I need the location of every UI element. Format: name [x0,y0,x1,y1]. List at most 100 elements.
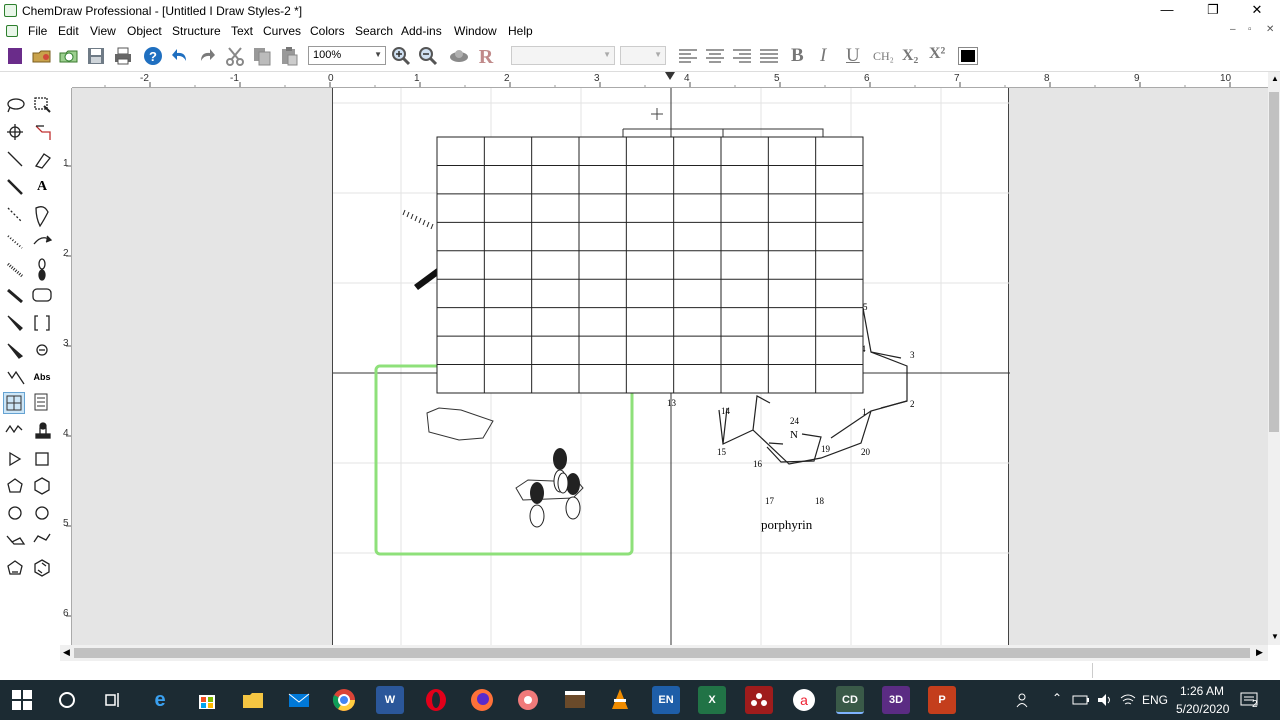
taskbar-app-vlc[interactable] [606,686,634,714]
notification-icon[interactable]: 2 [1240,691,1262,714]
mass-fragmentation-icon[interactable] [35,125,51,140]
restore-button[interactable]: ❐ [1190,0,1236,21]
taskbar-app-excel[interactable]: X [698,686,726,714]
query-tool[interactable]: Abs [31,366,53,388]
reaction-icon[interactable]: R [475,45,497,68]
undo-icon[interactable] [169,45,191,67]
arrow-tool-icon[interactable] [33,235,53,245]
taskbar-app-edge[interactable]: e [146,686,174,714]
bond-wavy-icon[interactable] [7,235,23,249]
volume-icon[interactable] [1096,692,1114,711]
cyclohexane-icon[interactable] [35,506,49,520]
underline-button[interactable]: U [846,45,860,67]
redo-icon[interactable] [196,45,218,67]
taskbar-app-chemdraw[interactable]: CD [836,686,864,714]
align-center-icon[interactable] [704,45,726,67]
taskbar-app-red[interactable] [514,686,542,714]
acyclic-chain-icon[interactable] [5,424,23,434]
cyclopentadiene-icon[interactable] [7,560,23,575]
cyclohexane-structure[interactable] [426,407,494,441]
justify-icon[interactable] [758,45,780,67]
print-icon[interactable] [112,45,134,67]
table-tool[interactable] [3,392,25,414]
document-icon[interactable] [6,25,18,37]
menu-window[interactable]: Window [454,24,497,38]
document-page[interactable]: 5 4 3 2 1 20 19 18 17 16 15 14 13 24 N p… [332,88,1010,645]
menu-file[interactable]: File [28,24,47,38]
triangle-ring-icon[interactable] [9,451,22,467]
cycloheptane-chair-icon[interactable] [6,535,26,545]
formula-button[interactable]: CH₂ [873,49,894,64]
text-tool[interactable]: A [31,176,53,198]
taskbar-app-en[interactable]: EN [652,686,680,714]
cortana-icon[interactable] [58,691,76,712]
taskbar-app-word[interactable]: W [376,686,404,714]
mdi-restore-button[interactable]: ▫ [1248,24,1252,35]
scroll-left-icon[interactable]: ◀ [63,647,70,658]
scroll-up-icon[interactable]: ▲ [1271,74,1279,83]
menu-search[interactable]: Search [355,24,393,38]
bond-bold-icon[interactable] [7,288,23,304]
wifi-icon[interactable] [1119,692,1137,711]
menu-add-ins[interactable]: Add-ins [401,24,442,38]
pentagon-ring-icon[interactable] [7,478,23,493]
bond-hollow-wedge-icon[interactable] [7,343,24,359]
menu-curves[interactable]: Curves [263,24,301,38]
people-icon[interactable] [1016,692,1034,711]
orbital-tool-icon[interactable] [38,258,46,281]
hashed-bond[interactable] [402,209,434,230]
open-template-icon[interactable] [58,45,80,67]
language-indicator[interactable]: ENG [1142,693,1168,707]
marquee-tool-icon[interactable] [34,97,51,113]
wedge-bond[interactable] [414,268,437,290]
taskbar-app-file-explorer[interactable] [239,686,267,714]
hexagon-ring-icon[interactable] [34,477,50,495]
save-icon[interactable] [85,45,107,67]
taskbar-app-mail[interactable] [285,686,313,714]
subscript-button[interactable]: X₂ [902,47,918,65]
scroll-down-icon[interactable]: ▼ [1271,632,1279,641]
pen-tool-icon[interactable] [35,206,49,228]
font-select[interactable]: ▼ [511,46,615,65]
taskbar-app-mendeley[interactable] [745,686,773,714]
zoom-in-icon[interactable] [390,45,412,67]
font-size-select[interactable]: ▼ [620,46,666,65]
menu-edit[interactable]: Edit [58,24,79,38]
lasso-tool-icon[interactable] [7,98,25,113]
taskbar-app-opera[interactable] [422,686,450,714]
taskbar-app-chem3d[interactable]: 3D [882,686,910,714]
bond-solid-icon[interactable] [7,151,23,167]
bold-button[interactable]: B [791,45,804,67]
italic-button[interactable]: I [820,45,826,67]
templates-tool[interactable] [31,392,53,414]
p-orbital-structure[interactable] [515,448,584,528]
task-view-icon[interactable] [104,691,122,712]
align-left-icon[interactable] [677,45,699,67]
clean-structure-icon[interactable] [448,45,470,67]
chain-tool-icon[interactable] [7,370,25,385]
tray-chevron-up-icon[interactable]: ⌃ [1052,691,1062,705]
zoom-select[interactable]: 100% ▼ [308,46,386,65]
horizontal-scroll-thumb[interactable] [74,648,1250,658]
taskbar-app-firefox[interactable] [468,686,496,714]
menu-colors[interactable]: Colors [310,24,345,38]
copy-icon[interactable] [251,45,273,67]
table-object[interactable] [436,128,866,394]
bond-dashed-icon[interactable] [7,179,23,195]
minimize-button[interactable]: — [1144,0,1190,21]
benzene-icon[interactable] [34,559,50,577]
help-icon[interactable]: ? [142,45,164,67]
clock-date[interactable]: 5/20/2020 [1176,702,1229,716]
menu-text[interactable]: Text [231,24,253,38]
bond-hashed-icon[interactable] [7,207,23,223]
taskbar-app-store[interactable] [193,686,221,714]
taskbar-app-powerpoint[interactable]: P [928,686,956,714]
menu-help[interactable]: Help [508,24,533,38]
square-ring-icon[interactable] [35,452,49,466]
clock-time[interactable]: 1:26 AM [1180,684,1224,698]
battery-icon[interactable] [1072,694,1090,709]
eraser-icon[interactable] [34,153,51,169]
color-swatch[interactable] [958,47,978,65]
close-button[interactable]: ✕ [1234,0,1280,21]
taskbar-app-video-editor[interactable] [561,686,589,714]
